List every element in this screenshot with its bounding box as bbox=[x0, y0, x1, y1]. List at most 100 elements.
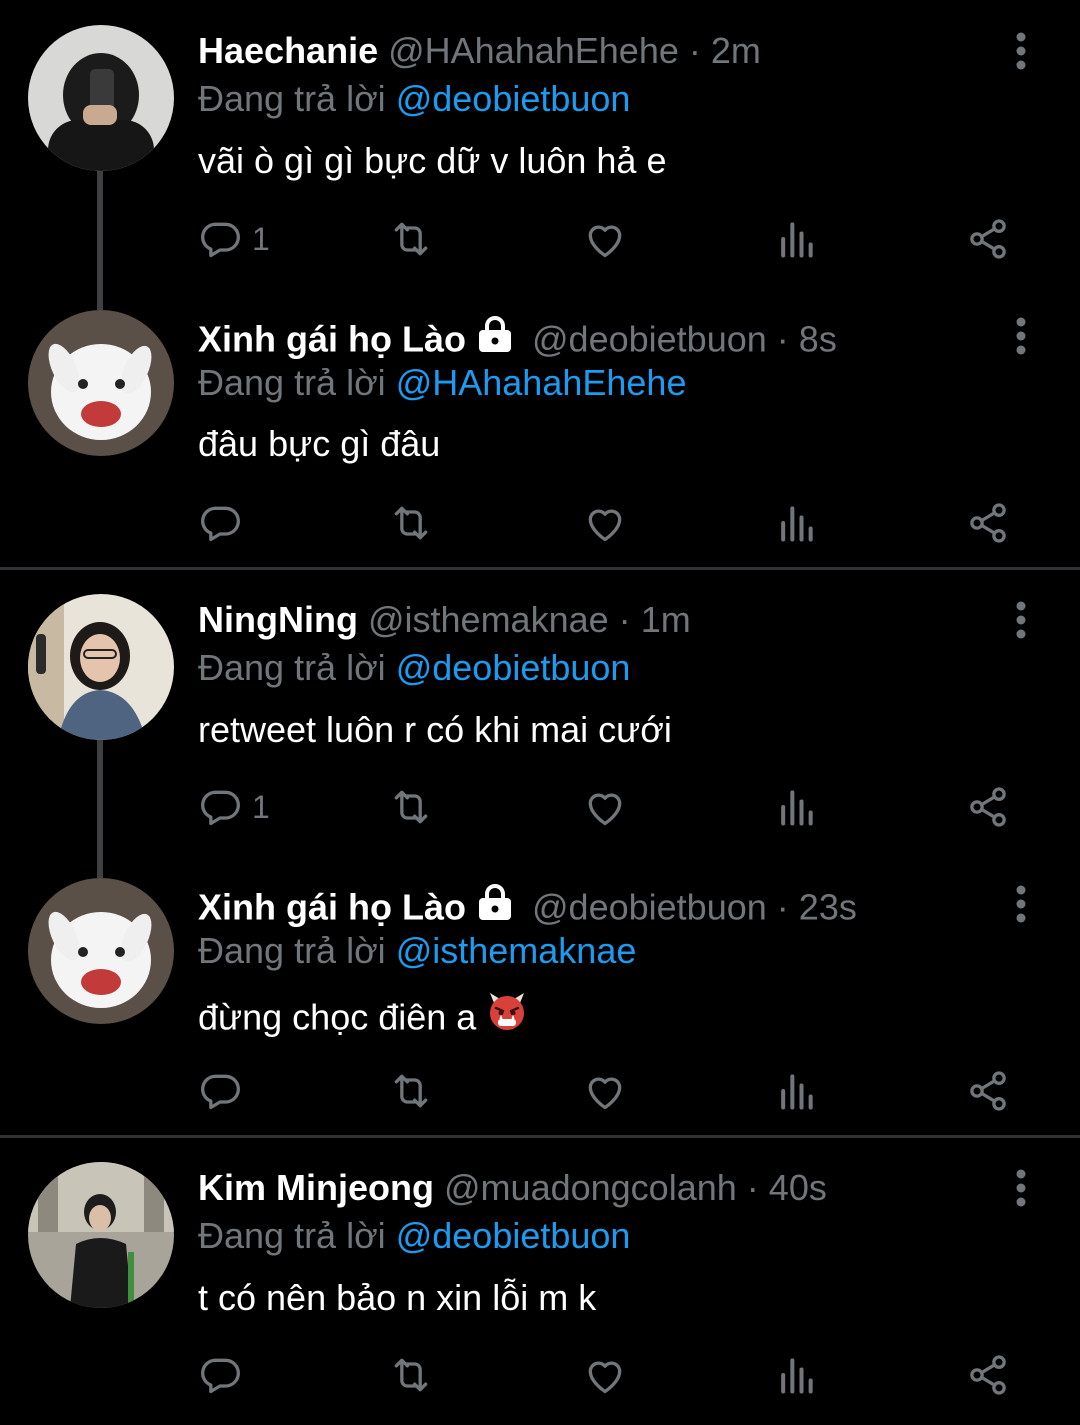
tweet-text: đừng chọc điên a bbox=[198, 991, 528, 1049]
tweet[interactable]: Kim Minjeong @muadongcolanh · 40s Đang t… bbox=[0, 1138, 1080, 1425]
action-bar: 1 bbox=[198, 214, 1028, 264]
replying-to: Đang trả lời @deobietbuon bbox=[198, 646, 630, 690]
mention-link[interactable]: @isthemaknae bbox=[396, 930, 637, 971]
like-button[interactable] bbox=[582, 1066, 628, 1116]
views-button[interactable] bbox=[776, 1350, 816, 1400]
retweet-button[interactable] bbox=[386, 498, 436, 548]
tweet-text: đâu bực gì đâu bbox=[198, 422, 440, 466]
user-handle[interactable]: @isthemaknae bbox=[368, 599, 609, 640]
reply-prefix: Đang trả lời bbox=[198, 1215, 386, 1256]
separator-dot: · bbox=[776, 318, 789, 360]
timestamp[interactable]: 1m bbox=[641, 599, 691, 640]
views-icon bbox=[776, 1069, 816, 1113]
like-button[interactable] bbox=[582, 498, 628, 548]
reply-icon bbox=[198, 501, 242, 545]
replying-to: Đang trả lời @HAhahahEhehe bbox=[198, 361, 686, 405]
mention-link[interactable]: @deobietbuon bbox=[396, 78, 631, 119]
like-button[interactable] bbox=[582, 214, 628, 264]
reply-button[interactable]: 1 bbox=[198, 214, 270, 264]
user-handle[interactable]: @deobietbuon bbox=[532, 319, 767, 360]
share-icon bbox=[966, 1069, 1010, 1113]
timestamp[interactable]: 23s bbox=[799, 887, 857, 928]
more-vertical-icon[interactable] bbox=[1004, 598, 1038, 642]
views-button[interactable] bbox=[776, 782, 816, 832]
views-button[interactable] bbox=[776, 1066, 816, 1116]
timestamp[interactable]: 2m bbox=[711, 30, 761, 71]
avatar[interactable] bbox=[28, 1162, 174, 1308]
mention-link[interactable]: @deobietbuon bbox=[396, 647, 631, 688]
mention-link[interactable]: @deobietbuon bbox=[396, 1215, 631, 1256]
tweet[interactable]: NingNing @isthemaknae · 1m Đang trả lời … bbox=[0, 570, 1080, 860]
lock-icon bbox=[476, 884, 514, 930]
reply-button[interactable] bbox=[198, 1350, 252, 1400]
display-name[interactable]: Xinh gái họ Lào bbox=[198, 887, 466, 928]
share-button[interactable] bbox=[966, 782, 1010, 832]
action-bar bbox=[198, 1350, 1028, 1400]
lock-icon bbox=[476, 316, 514, 362]
reply-button[interactable] bbox=[198, 1066, 252, 1116]
replying-to: Đang trả lời @deobietbuon bbox=[198, 1214, 630, 1258]
tweet-text-content: vãi ò gì gì bực dữ v luôn hả e bbox=[198, 140, 667, 181]
reply-icon bbox=[198, 217, 242, 261]
avatar[interactable] bbox=[28, 25, 174, 171]
user-handle[interactable]: @HAhahahEhehe bbox=[388, 30, 679, 71]
replying-to: Đang trả lời @isthemaknae bbox=[198, 929, 636, 973]
heart-icon bbox=[582, 1069, 628, 1113]
views-button[interactable] bbox=[776, 214, 816, 264]
views-icon bbox=[776, 1353, 816, 1397]
share-button[interactable] bbox=[966, 498, 1010, 548]
avatar[interactable] bbox=[28, 878, 174, 1024]
display-name[interactable]: NingNing bbox=[198, 599, 358, 640]
retweet-button[interactable] bbox=[386, 782, 436, 832]
display-name[interactable]: Haechanie bbox=[198, 30, 378, 71]
share-button[interactable] bbox=[966, 214, 1010, 264]
views-button[interactable] bbox=[776, 498, 816, 548]
tweet-text-content: retweet luôn r có khi mai cưới bbox=[198, 709, 672, 750]
share-button[interactable] bbox=[966, 1066, 1010, 1116]
tweet-text-content: đâu bực gì đâu bbox=[198, 423, 441, 464]
retweet-icon bbox=[386, 785, 436, 829]
more-vertical-icon[interactable] bbox=[1004, 314, 1038, 358]
more-vertical-icon[interactable] bbox=[1004, 1166, 1038, 1210]
reply-prefix: Đang trả lời bbox=[198, 78, 386, 119]
tweet-text-content: t có nên bảo n xin lỗi m k bbox=[198, 1277, 597, 1318]
avatar[interactable] bbox=[28, 310, 174, 456]
reply-button[interactable]: 1 bbox=[198, 782, 270, 832]
display-name[interactable]: Kim Minjeong bbox=[198, 1167, 434, 1208]
reply-count: 1 bbox=[252, 788, 270, 825]
retweet-button[interactable] bbox=[386, 1066, 436, 1116]
more-vertical-icon[interactable] bbox=[1004, 882, 1038, 926]
views-icon bbox=[776, 217, 816, 261]
mention-link[interactable]: @HAhahahEhehe bbox=[396, 362, 687, 403]
reply-button[interactable] bbox=[198, 498, 252, 548]
action-bar: 1 bbox=[198, 782, 1028, 832]
avatar[interactable] bbox=[28, 594, 174, 740]
separator-dot: · bbox=[776, 886, 789, 928]
reply-prefix: Đang trả lời bbox=[198, 930, 386, 971]
user-handle[interactable]: @deobietbuon bbox=[532, 887, 767, 928]
tweet[interactable]: Xinh gái họ Lào @deobietbuon · 23s Đang … bbox=[0, 860, 1080, 1135]
like-button[interactable] bbox=[582, 782, 628, 832]
more-vertical-icon[interactable] bbox=[1004, 29, 1038, 73]
display-name[interactable]: Xinh gái họ Lào bbox=[198, 319, 466, 360]
retweet-icon bbox=[386, 217, 436, 261]
reply-icon bbox=[198, 785, 242, 829]
tweet[interactable]: Haechanie @HAhahahEhehe · 2m Đang trả lờ… bbox=[0, 0, 1080, 290]
tweet-header: Haechanie @HAhahahEhehe · 2m bbox=[198, 29, 761, 73]
like-button[interactable] bbox=[582, 1350, 628, 1400]
views-icon bbox=[776, 785, 816, 829]
reply-feed: Haechanie @HAhahahEhehe · 2m Đang trả lờ… bbox=[0, 0, 1080, 1425]
retweet-button[interactable] bbox=[386, 214, 436, 264]
share-button[interactable] bbox=[966, 1350, 1010, 1400]
retweet-button[interactable] bbox=[386, 1350, 436, 1400]
heart-icon bbox=[582, 217, 628, 261]
tweet-text-content: đừng chọc điên a bbox=[198, 996, 477, 1038]
tweet-text: vãi ò gì gì bực dữ v luôn hả e bbox=[198, 139, 666, 183]
retweet-icon bbox=[386, 501, 436, 545]
tweet[interactable]: Xinh gái họ Lào @deobietbuon · 8s Đang t… bbox=[0, 290, 1080, 565]
timestamp[interactable]: 8s bbox=[799, 319, 837, 360]
tweet-header: Kim Minjeong @muadongcolanh · 40s bbox=[198, 1166, 827, 1210]
user-handle[interactable]: @muadongcolanh bbox=[444, 1167, 737, 1208]
timestamp[interactable]: 40s bbox=[769, 1167, 827, 1208]
separator-dot: · bbox=[688, 30, 701, 71]
